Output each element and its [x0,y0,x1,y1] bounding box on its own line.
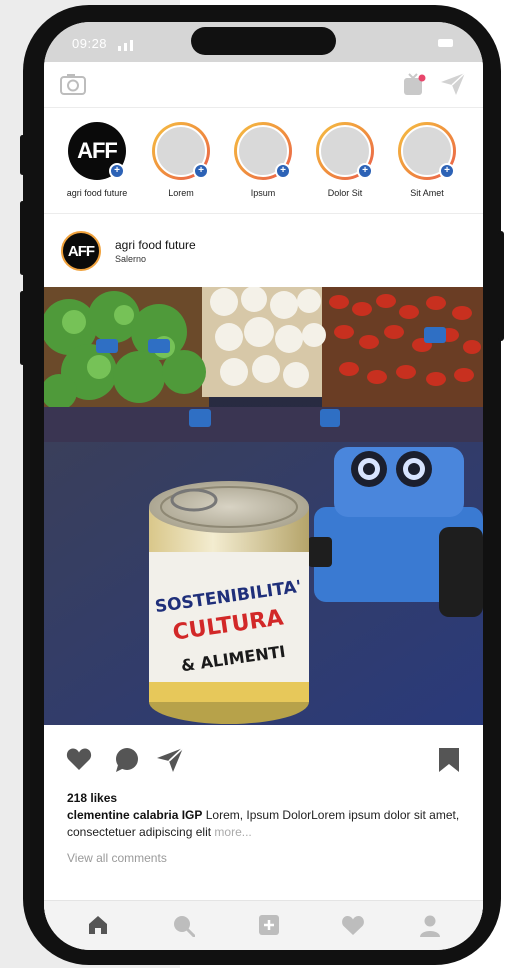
add-post-icon[interactable] [259,915,279,935]
profile-icon[interactable] [420,915,440,937]
top-bar [44,62,483,108]
add-story-icon[interactable]: + [109,163,125,179]
caption-username[interactable]: clementine calabria IGP [67,808,202,822]
post-avatar[interactable]: AFF [61,231,101,271]
igtv-icon[interactable] [402,72,428,98]
volume-down-button [20,291,25,365]
signal-icon [118,40,133,51]
bottom-nav [44,900,483,950]
status-bar: 09:28 [44,22,483,62]
add-icon: + [275,163,291,179]
post-image[interactable]: SOSTENIBILITA' CULTURA & ALIMENTI [44,287,483,725]
add-icon: + [357,163,373,179]
send-icon[interactable] [156,747,184,773]
post-actions: 218 likes clementine calabria IGP Lorem,… [44,725,483,925]
story-label: Sit Amet [410,188,444,198]
comment-icon[interactable] [114,747,140,773]
send-icon[interactable] [440,72,466,96]
notch [191,27,336,55]
status-time: 09:28 [72,36,108,51]
heart-icon[interactable] [66,747,92,771]
story-item[interactable]: + Sit Amet [387,122,467,198]
view-comments-link[interactable]: View all comments [67,851,167,865]
stories-bar: AFF + agri food future + Lorem + Ipsum +… [44,108,483,214]
bookmark-icon[interactable] [438,747,460,773]
story-label: Ipsum [250,188,276,198]
heart-icon[interactable] [341,915,365,936]
post-header: AFF agri food future Salerno [44,214,483,287]
add-icon: + [193,163,209,179]
camera-icon[interactable] [60,73,86,95]
mute-switch [20,135,25,175]
story-item[interactable]: + Dolor Sit [305,122,385,198]
phone-screen: 09:28 AFF + agri food future + Lorem + I… [44,22,483,950]
power-button [498,231,504,341]
post-location[interactable]: Salerno [115,254,146,264]
story-item[interactable]: + Ipsum [223,122,303,198]
story-label: Dolor Sit [327,188,363,198]
story-label: Lorem [168,188,194,198]
home-icon[interactable] [88,915,108,935]
likes-count[interactable]: 218 likes [67,791,117,805]
story-item[interactable]: AFF + agri food future [57,122,137,198]
search-icon[interactable] [173,915,195,937]
add-icon: + [439,163,455,179]
caption-more-link[interactable]: more... [214,825,251,839]
volume-up-button [20,201,25,275]
post-caption: clementine calabria IGP Lorem, Ipsum Dol… [67,807,462,841]
post-username[interactable]: agri food future [115,238,196,252]
post-photo: SOSTENIBILITA' CULTURA & ALIMENTI [44,287,483,725]
story-item[interactable]: + Lorem [141,122,221,198]
battery-icon [438,39,453,47]
story-label: agri food future [66,188,128,198]
